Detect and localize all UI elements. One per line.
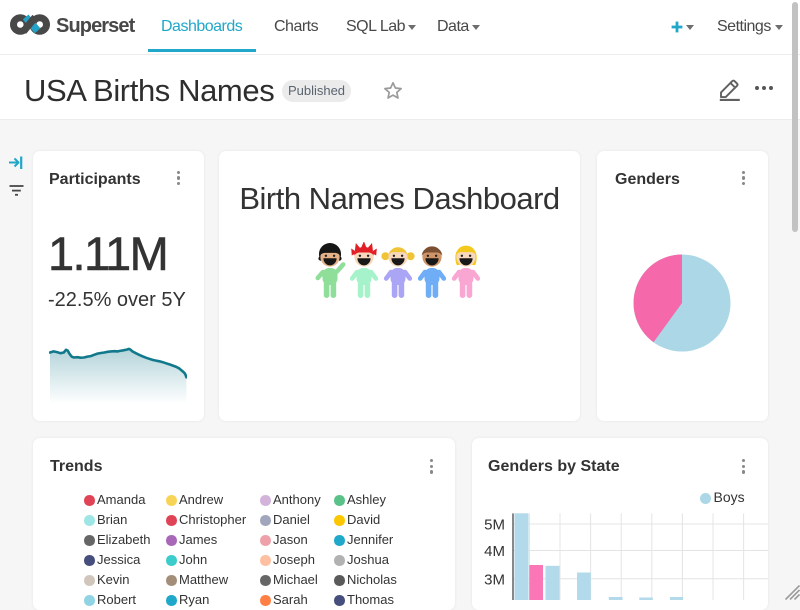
svg-text:3M: 3M [484,571,505,588]
svg-text:5M: 5M [484,517,505,534]
svg-text:4M: 4M [484,543,505,560]
